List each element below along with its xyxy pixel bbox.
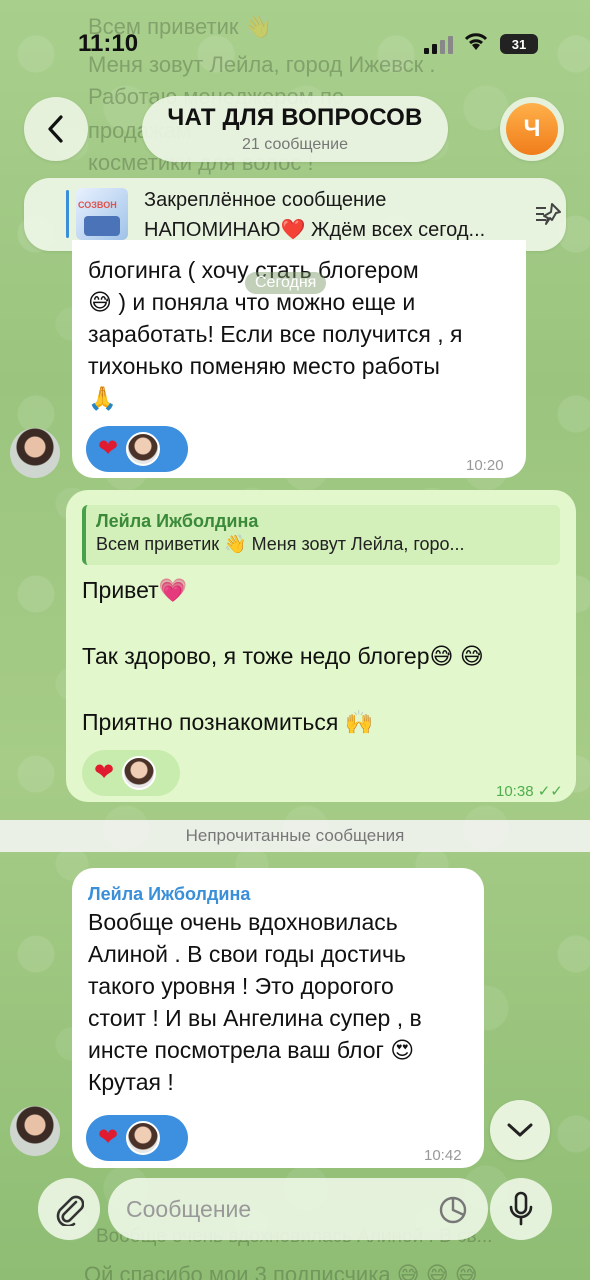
- date-badge: Сегодня: [245, 272, 327, 294]
- sender-avatar[interactable]: [10, 1106, 60, 1156]
- sender-avatar[interactable]: [10, 428, 60, 478]
- message-time: 10:38 ✓✓: [496, 783, 563, 800]
- reaction-pill[interactable]: ❤: [86, 1115, 188, 1161]
- ghost-line: Ой спасибо мои 3 подписчика 😅 😅 😅: [84, 1262, 478, 1280]
- thumbnail-label: СОЗВОН: [78, 200, 117, 210]
- reaction-pill[interactable]: ❤: [82, 750, 180, 796]
- microphone-icon: [509, 1191, 533, 1226]
- chat-title: ЧАТ ДЛЯ ВОПРОСОВ: [167, 104, 423, 131]
- pinned-title: Закреплённое сообщение: [144, 189, 387, 211]
- scroll-down-button[interactable]: [490, 1100, 550, 1160]
- wifi-icon: [462, 30, 490, 57]
- message-composer[interactable]: [108, 1178, 488, 1240]
- sticker-icon[interactable]: [438, 1195, 468, 1230]
- reply-text: Всем приветик 👋 Меня зовут Лейла, горо..…: [96, 534, 465, 554]
- reactor-avatar: [126, 432, 161, 466]
- pinned-text: НАПОМИНАЮ❤️ Ждём всех сегод...: [144, 219, 486, 241]
- chat-header[interactable]: ЧАТ ДЛЯ ВОПРОСОВ 21 сообщение: [142, 96, 448, 162]
- chevron-down-icon: [507, 1123, 533, 1137]
- heart-icon: ❤: [94, 759, 115, 786]
- reply-sender: Лейла Ижболдина: [96, 511, 259, 531]
- reactor-avatar: [122, 756, 157, 790]
- paperclip-icon: [56, 1195, 84, 1226]
- reaction-pill[interactable]: ❤: [86, 426, 188, 472]
- chat-avatar-button[interactable]: Ч: [500, 97, 564, 161]
- pinned-thumbnail: СОЗВОН: [76, 188, 128, 240]
- message-text: Вообще очень вдохновилась Алиной . В сво…: [88, 909, 422, 1095]
- unread-divider: Непрочитанные сообщения: [0, 820, 590, 852]
- message-time: 10:20: [466, 457, 504, 474]
- reactor-avatar: [126, 1121, 161, 1155]
- status-bar: 11:10 31: [0, 0, 590, 90]
- attach-button[interactable]: [38, 1178, 100, 1240]
- battery-icon: 31: [500, 34, 538, 54]
- back-button[interactable]: [24, 97, 88, 161]
- chat-avatar: Ч: [506, 103, 558, 155]
- pinned-indicator: [66, 190, 69, 238]
- cellular-signal-icon: [424, 36, 453, 54]
- message-time: 10:42: [424, 1147, 462, 1164]
- reply-quote[interactable]: Лейла Ижболдина Всем приветик 👋 Меня зов…: [82, 505, 560, 565]
- message-input[interactable]: [126, 1192, 426, 1226]
- chat-member-count: 21 сообщение: [242, 136, 348, 153]
- message-text: Привет💗 Так здорово, я тоже недо блогер😅…: [82, 577, 484, 735]
- status-time: 11:10: [78, 30, 139, 57]
- double-check-icon: ✓✓: [537, 783, 563, 800]
- pinned-list-icon[interactable]: [534, 200, 564, 233]
- voice-message-button[interactable]: [490, 1178, 552, 1240]
- heart-icon: ❤: [98, 435, 119, 462]
- heart-icon: ❤: [98, 1124, 119, 1151]
- chevron-left-icon: [48, 115, 63, 143]
